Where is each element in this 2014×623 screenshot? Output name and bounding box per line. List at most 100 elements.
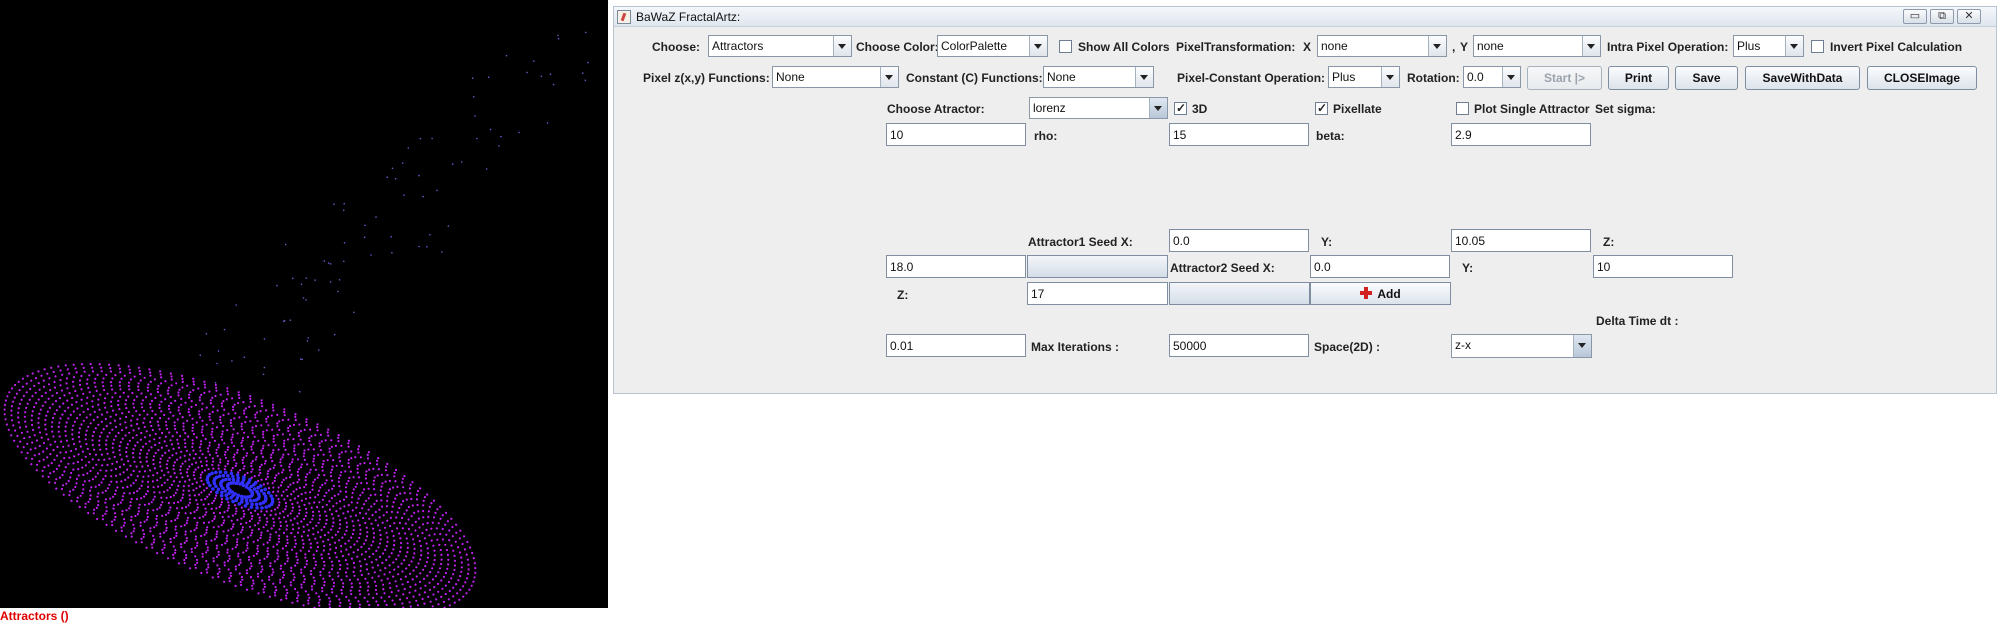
spiral-point <box>95 389 98 392</box>
save-with-data-button[interactable]: SaveWithData <box>1745 66 1860 90</box>
attractor2-z-field[interactable]: 17 <box>1027 282 1168 305</box>
stray-point <box>235 304 237 306</box>
delta-time-field[interactable]: 0.01 <box>886 334 1026 357</box>
spiral-point <box>373 476 376 479</box>
spiral-point <box>205 460 208 463</box>
spiral-point <box>437 590 440 593</box>
choose-combo[interactable]: Attractors <box>708 35 852 57</box>
start-button[interactable]: Start |> <box>1527 66 1602 90</box>
plot-single-attractor-checkbox[interactable] <box>1456 102 1469 115</box>
pixellate-checkbox[interactable] <box>1315 101 1328 115</box>
stray-point <box>505 54 508 57</box>
spiral-point <box>25 457 28 460</box>
save-button[interactable]: Save <box>1675 66 1738 90</box>
spiral-point <box>289 519 292 522</box>
spiral-point <box>267 553 270 556</box>
spiral-point <box>205 487 208 490</box>
spiral-point <box>60 460 63 463</box>
maximize-button[interactable]: ⧉ <box>1930 9 1954 24</box>
spiral-point <box>474 567 477 570</box>
spiral-point <box>427 510 430 513</box>
spiral-point <box>125 446 128 449</box>
pixel-transform-x-combo[interactable]: none <box>1317 35 1447 57</box>
close-image-button[interactable]: CLOSEImage <box>1867 66 1977 90</box>
show-all-colors-checkbox[interactable] <box>1059 40 1072 53</box>
space-2d-combo[interactable]: z-x <box>1451 334 1592 358</box>
attractor1-blank-button[interactable] <box>1027 255 1168 278</box>
constant-functions-combo[interactable]: None <box>1043 66 1154 88</box>
max-iterations-field[interactable]: 50000 <box>1169 334 1309 357</box>
spiral-point <box>282 478 285 481</box>
spiral-point <box>414 520 417 524</box>
attractor2-y-field[interactable]: 10 <box>1593 255 1733 278</box>
spiral-point <box>226 393 229 396</box>
spiral-point <box>118 445 121 448</box>
spiral-point <box>132 469 135 473</box>
spiral-point <box>369 494 372 497</box>
attractor1-y-field[interactable]: 10.05 <box>1451 229 1591 252</box>
spiral-point <box>50 366 53 369</box>
rho-field[interactable]: 15 <box>1169 123 1309 146</box>
spiral-point <box>246 452 249 455</box>
spiral-point <box>152 534 155 538</box>
spiral-point <box>285 594 288 597</box>
spiral-point <box>220 524 223 527</box>
spiral-point <box>181 377 184 380</box>
minimize-button[interactable]: ▭ <box>1903 9 1927 24</box>
spiral-point <box>292 481 295 485</box>
stray-point <box>526 71 528 74</box>
pixel-transform-y-combo[interactable]: none <box>1473 35 1601 57</box>
spiral-point <box>226 548 229 551</box>
pixel-constant-combo[interactable]: Plus <box>1328 66 1400 88</box>
beta-field[interactable]: 2.9 <box>1451 123 1591 146</box>
spiral-point <box>356 548 359 552</box>
spiral-point <box>182 428 185 431</box>
spiral-point <box>327 428 330 431</box>
spiral-point <box>344 542 347 545</box>
spiral-point <box>73 455 76 458</box>
attractor1-z-field[interactable]: 18.0 <box>886 255 1026 278</box>
invert-pixel-checkbox[interactable] <box>1811 40 1824 53</box>
intra-pixel-combo[interactable]: Plus <box>1733 35 1804 57</box>
attractor2-blank-button[interactable] <box>1169 282 1310 305</box>
spiral-point <box>226 509 229 512</box>
spiral-point <box>385 465 388 468</box>
spiral-point <box>282 445 286 448</box>
spiral-point <box>452 549 455 552</box>
spiral-point <box>435 527 438 530</box>
spiral-point <box>236 476 240 480</box>
spiral-point <box>165 467 169 470</box>
attractor1-x-field[interactable]: 0.0 <box>1169 229 1309 252</box>
spiral-point <box>280 494 283 497</box>
spiral-point <box>184 512 187 515</box>
spiral-point <box>282 573 286 577</box>
print-button[interactable]: Print <box>1608 66 1669 90</box>
spiral-point <box>34 447 37 450</box>
spiral-point <box>286 524 289 527</box>
sigma-field[interactable]: 10 <box>886 123 1026 146</box>
spiral-point <box>118 367 121 370</box>
spiral-point <box>20 451 23 454</box>
rotation-combo[interactable]: 0.0 <box>1463 66 1521 88</box>
stray-point <box>298 390 301 393</box>
close-button[interactable]: ✕ <box>1957 9 1981 24</box>
spiral-point <box>323 580 326 584</box>
spiral-point <box>205 559 208 563</box>
add-button[interactable]: Add <box>1310 282 1451 305</box>
spiral-point <box>200 534 203 538</box>
spiral-point <box>285 477 288 480</box>
spiral-point <box>418 539 421 543</box>
stray-point <box>533 60 535 62</box>
spiral-point <box>130 519 133 522</box>
spiral-point <box>147 502 151 505</box>
spiral-point <box>281 433 284 436</box>
spiral-point <box>271 568 274 571</box>
attractor-combo[interactable]: lorenz <box>1029 97 1168 119</box>
spiral-point <box>280 481 284 484</box>
choose-color-combo[interactable]: ColorPalette <box>937 35 1048 57</box>
spiral-point <box>182 425 185 428</box>
spiral-point <box>189 530 192 533</box>
pixel-functions-combo[interactable]: None <box>772 66 899 88</box>
attractor2-x-field[interactable]: 0.0 <box>1310 255 1450 278</box>
3d-checkbox[interactable] <box>1174 101 1187 115</box>
